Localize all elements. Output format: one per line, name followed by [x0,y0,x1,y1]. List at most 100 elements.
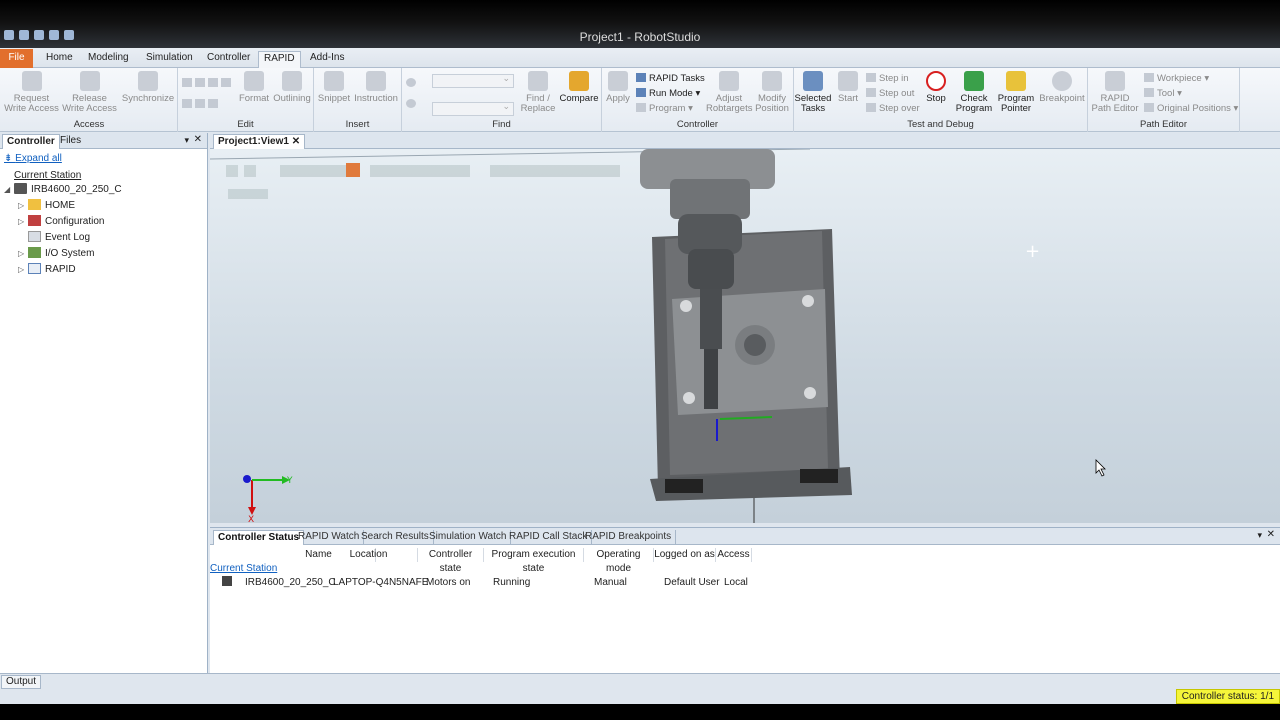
column-location[interactable]: Location [320,548,418,562]
column-access[interactable]: Access [716,548,752,562]
tree-item-event-log[interactable]: Event Log [28,231,90,245]
rapid-tasks-button[interactable]: RAPID Tasks [636,73,705,84]
group-controller: Apply RAPID Tasks Run Mode ▾ Program ▾ A… [602,68,794,132]
cell-controller-state: Motors on [426,577,471,588]
tool-dropdown[interactable]: Tool ▾ [1144,88,1182,99]
column-controller-state[interactable]: Controller state [418,548,484,574]
tab-controller[interactable]: Controller [202,51,255,68]
column-operating-mode[interactable]: Operating mode [584,548,654,574]
tree-item-home[interactable]: ▷ HOME [18,199,75,213]
find-replace-icon [528,71,548,91]
tab-home[interactable]: Home [41,51,78,68]
cut-copy-paste-icon[interactable] [182,99,221,110]
3d-viewport[interactable]: + X Y [210,149,1280,523]
viewport-toolbar [226,165,620,199]
group-label-path-editor: Path Editor [1140,119,1187,130]
release-write-access-button[interactable]: Release Write Access [62,71,117,114]
column-logged-on-as[interactable]: Logged on as [654,548,716,562]
modify-position-icon [762,71,782,91]
bottom-tabs: Controller Status RAPID Watch Search Res… [210,528,1280,545]
tab-simulation[interactable]: Simulation [141,51,198,68]
step-out-button[interactable]: Step out [866,88,914,99]
tab-rapid-watch[interactable]: RAPID Watch [294,530,365,545]
step-over-button[interactable]: Step over [866,103,920,114]
tab-add-ins[interactable]: Add-Ins [305,51,349,68]
cell-name[interactable]: IRB4600_20_250_C [245,577,336,588]
event-log-icon [28,231,41,242]
expand-all-link[interactable]: ⇟ Expand all [4,153,62,164]
indent-icon[interactable] [182,78,234,89]
column-program-execution-state[interactable]: Program execution state [484,548,584,574]
snippet-icon [324,71,344,91]
tab-project1-view1[interactable]: Project1:View1 ✕ [213,134,306,149]
group-edit: Format Outlining Edit [178,68,314,132]
controller-status-panel: Controller Status RAPID Watch Search Res… [210,527,1280,673]
tab-rapid-breakpoints[interactable]: RAPID Breakpoints [581,530,677,545]
find-next-icon[interactable] [406,99,419,110]
tab-rapid-call-stack[interactable]: RAPID Call Stack [505,530,593,545]
breakpoint-icon [1052,71,1072,91]
controller-status-indicator[interactable]: Controller status: 1/1 [1175,689,1280,704]
breakpoint-button[interactable]: Breakpoint [1038,71,1086,104]
close-icon[interactable]: ✕ [1267,529,1275,540]
robot-scene: + X Y [210,149,1106,523]
tree-item-configuration[interactable]: ▷ Configuration [18,215,104,229]
find-combo-2[interactable] [432,101,514,116]
program-pointer-button[interactable]: Program Pointer [996,71,1036,114]
find-prev-icon[interactable] [406,78,419,89]
run-mode-button[interactable]: Run Mode ▾ [636,88,700,99]
tab-file[interactable]: File [0,49,33,68]
outlining-button[interactable]: Outlining [272,71,312,104]
compare-button[interactable]: Compare [558,71,600,104]
rapid-path-editor-button[interactable]: RAPID Path Editor [1090,71,1140,114]
tree-controller-node[interactable]: ◢ IRB4600_20_250_C [4,183,122,197]
close-icon[interactable]: ✕ [292,136,300,147]
tab-rapid[interactable]: RAPID [258,51,301,69]
format-button[interactable]: Format [236,71,272,104]
apply-button[interactable]: Apply [604,71,632,104]
start-icon [838,71,858,91]
tab-controller-panel[interactable]: Controller [2,134,60,149]
controller-row-icon [222,576,232,586]
robotstudio-window: Project1 - RobotStudio File Home Modelin… [0,0,1280,720]
check-program-button[interactable]: Check Program [954,71,994,114]
synchronize-button[interactable]: Synchronize [120,71,176,104]
controller-panel: Controller Files ▾ ✕ ⇟ Expand all Curren… [0,133,208,673]
close-icon[interactable]: ✕ [194,134,202,145]
tab-simulation-watch[interactable]: Simulation Watch [425,530,512,545]
tab-search-results[interactable]: Search Results [357,530,434,545]
tree-current-station[interactable]: Current Station [14,169,81,183]
record-icon[interactable] [346,163,360,177]
output-bar: Output [0,673,1280,689]
group-find: Find / Replace Compare Find [402,68,602,132]
current-station-group[interactable]: Current Station [210,563,277,574]
snippet-button[interactable]: Snippet [316,71,352,104]
check-program-icon [964,71,984,91]
selected-tasks-button[interactable]: Selected Tasks [794,71,832,114]
original-positions-dropdown[interactable]: Original Positions ▾ [1144,103,1238,114]
instruction-button[interactable]: Instruction [352,71,400,104]
tree-item-io-system[interactable]: ▷ I/O System [18,247,94,261]
program-button[interactable]: Program ▾ [636,103,693,114]
tab-output[interactable]: Output [1,675,42,689]
modify-position-button[interactable]: Modify Position [752,71,792,114]
mouse-cursor-icon [1095,459,1106,477]
tab-files[interactable]: Files [56,134,85,149]
pin-icon[interactable]: ▾ [1257,530,1262,541]
tab-controller-status[interactable]: Controller Status [213,530,305,545]
configuration-icon [28,215,41,226]
adjust-robtargets-button[interactable]: Adjust Robtargets [706,71,752,114]
workpiece-dropdown[interactable]: Workpiece ▾ [1144,73,1209,84]
step-in-button[interactable]: Step in [866,73,909,84]
stop-button[interactable]: Stop [922,71,950,104]
controller-icon [14,183,27,194]
find-combo-1[interactable] [432,73,514,88]
start-button[interactable]: Start [834,71,862,104]
tab-modeling[interactable]: Modeling [83,51,134,68]
request-write-access-button[interactable]: Request Write Access [4,71,59,114]
pin-icon[interactable]: ▾ [184,135,189,146]
screen-border [0,704,1280,720]
group-path-editor: RAPID Path Editor Workpiece ▾ Tool ▾ Ori… [1088,68,1240,132]
find-replace-button[interactable]: Find / Replace [518,71,558,114]
tree-item-rapid[interactable]: ▷ RAPID [18,263,76,277]
